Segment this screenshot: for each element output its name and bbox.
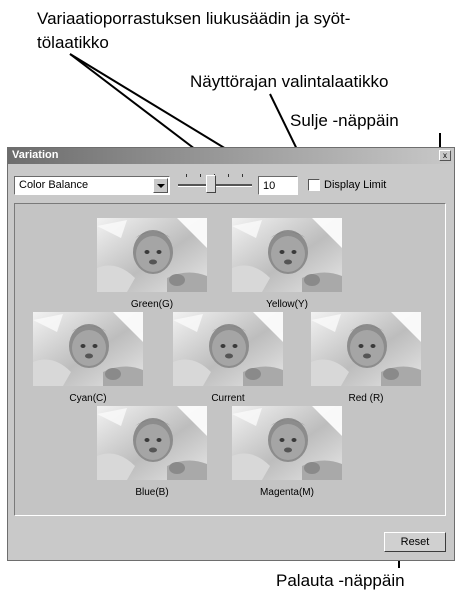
callout-slider-line1: Variaatioporrastuksen liukusäädin ja syö…	[37, 9, 351, 28]
variation-current[interactable]: Current	[173, 312, 283, 404]
baby-photo-icon	[232, 406, 342, 480]
variation-magenta[interactable]: Magenta(M)	[232, 406, 342, 498]
slider-tick	[186, 174, 187, 177]
slider-tick	[200, 174, 201, 177]
callout-slider-line2: tölaatikko	[37, 33, 109, 52]
variation-label: Yellow(Y)	[266, 299, 308, 310]
chevron-down-icon[interactable]	[153, 178, 168, 193]
variation-label: Green(G)	[130, 299, 174, 310]
mode-select[interactable]: Color Balance	[14, 176, 170, 195]
variation-green[interactable]: Green(G)	[97, 218, 207, 310]
slider-tick	[228, 174, 229, 177]
baby-photo-icon	[97, 218, 207, 292]
variations-panel: Green(G) Yellow(Y) Cyan(C) Current Red (…	[14, 203, 446, 516]
variation-label: Magenta(M)	[260, 487, 314, 498]
window-title: Variation	[12, 149, 59, 161]
callout-reset: Palauta -näppäin	[276, 571, 405, 590]
variation-label: Red (R)	[348, 393, 384, 404]
variation-red[interactable]: Red (R)	[311, 312, 421, 404]
title-bar[interactable]: Variation x	[8, 148, 454, 164]
slider-tick	[242, 174, 243, 177]
variation-label: Current	[211, 393, 245, 404]
callout-close: Sulje -näppäin	[290, 111, 399, 130]
display-limit-checkbox[interactable]	[308, 179, 320, 191]
mode-select-value: Color Balance	[19, 179, 89, 191]
baby-photo-icon	[311, 312, 421, 386]
callout-display-limit: Näyttörajan valintalaatikko	[190, 72, 389, 91]
variation-label: Blue(B)	[135, 487, 169, 498]
step-input[interactable]	[259, 177, 297, 194]
baby-photo-icon	[232, 218, 342, 292]
variation-cyan[interactable]: Cyan(C)	[33, 312, 143, 404]
baby-photo-icon	[173, 312, 283, 386]
baby-photo-icon	[97, 406, 207, 480]
step-input-box	[258, 176, 298, 195]
variation-label: Cyan(C)	[69, 393, 107, 404]
display-limit-label: Display Limit	[324, 179, 387, 191]
slider-thumb[interactable]	[206, 175, 216, 193]
reset-button[interactable]: Reset	[384, 532, 446, 552]
variation-yellow[interactable]: Yellow(Y)	[232, 218, 342, 310]
variation-blue[interactable]: Blue(B)	[97, 406, 207, 498]
variation-window: Variation x Color Balance Display Limit …	[7, 147, 455, 561]
baby-photo-icon	[33, 312, 143, 386]
close-button[interactable]: x	[439, 150, 451, 161]
step-slider[interactable]	[176, 170, 254, 196]
